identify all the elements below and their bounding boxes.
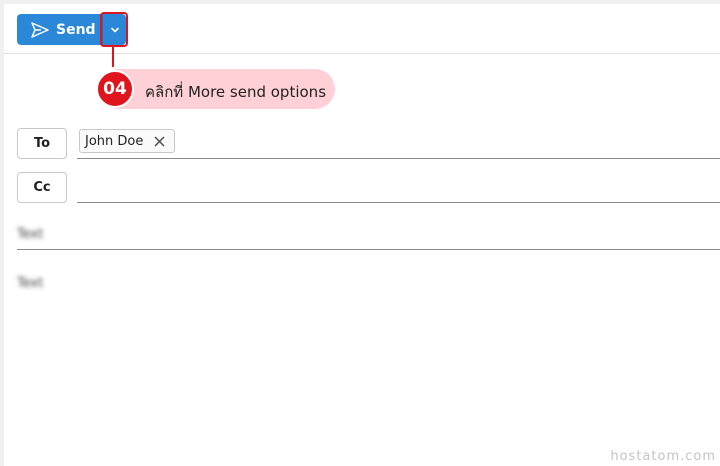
subject-input[interactable]: Text: [17, 227, 43, 242]
to-button[interactable]: To: [17, 128, 67, 159]
callout-connector: [112, 47, 114, 67]
to-field-underline[interactable]: [77, 158, 720, 159]
more-send-options-button[interactable]: [102, 14, 126, 45]
recipient-chip: John Doe: [79, 129, 175, 153]
cc-field-underline[interactable]: [77, 202, 720, 203]
send-plane-icon: [31, 21, 49, 38]
send-label: Send: [56, 21, 96, 38]
compose-window: Send 04 คลิกที่ More send options To Joh…: [4, 4, 720, 466]
watermark: hostatom.com: [610, 449, 716, 464]
subject-underline: [17, 249, 720, 250]
send-button[interactable]: Send: [17, 14, 102, 45]
message-body[interactable]: Text: [17, 276, 43, 291]
chevron-down-icon: [111, 27, 119, 33]
step-callout: 04 คลิกที่ More send options: [96, 69, 335, 109]
step-instruction: คลิกที่ More send options: [145, 83, 327, 101]
cc-button[interactable]: Cc: [17, 172, 67, 203]
step-number-badge: 04: [96, 70, 134, 108]
remove-recipient-icon[interactable]: [154, 136, 165, 147]
recipient-name: John Doe: [85, 133, 144, 149]
